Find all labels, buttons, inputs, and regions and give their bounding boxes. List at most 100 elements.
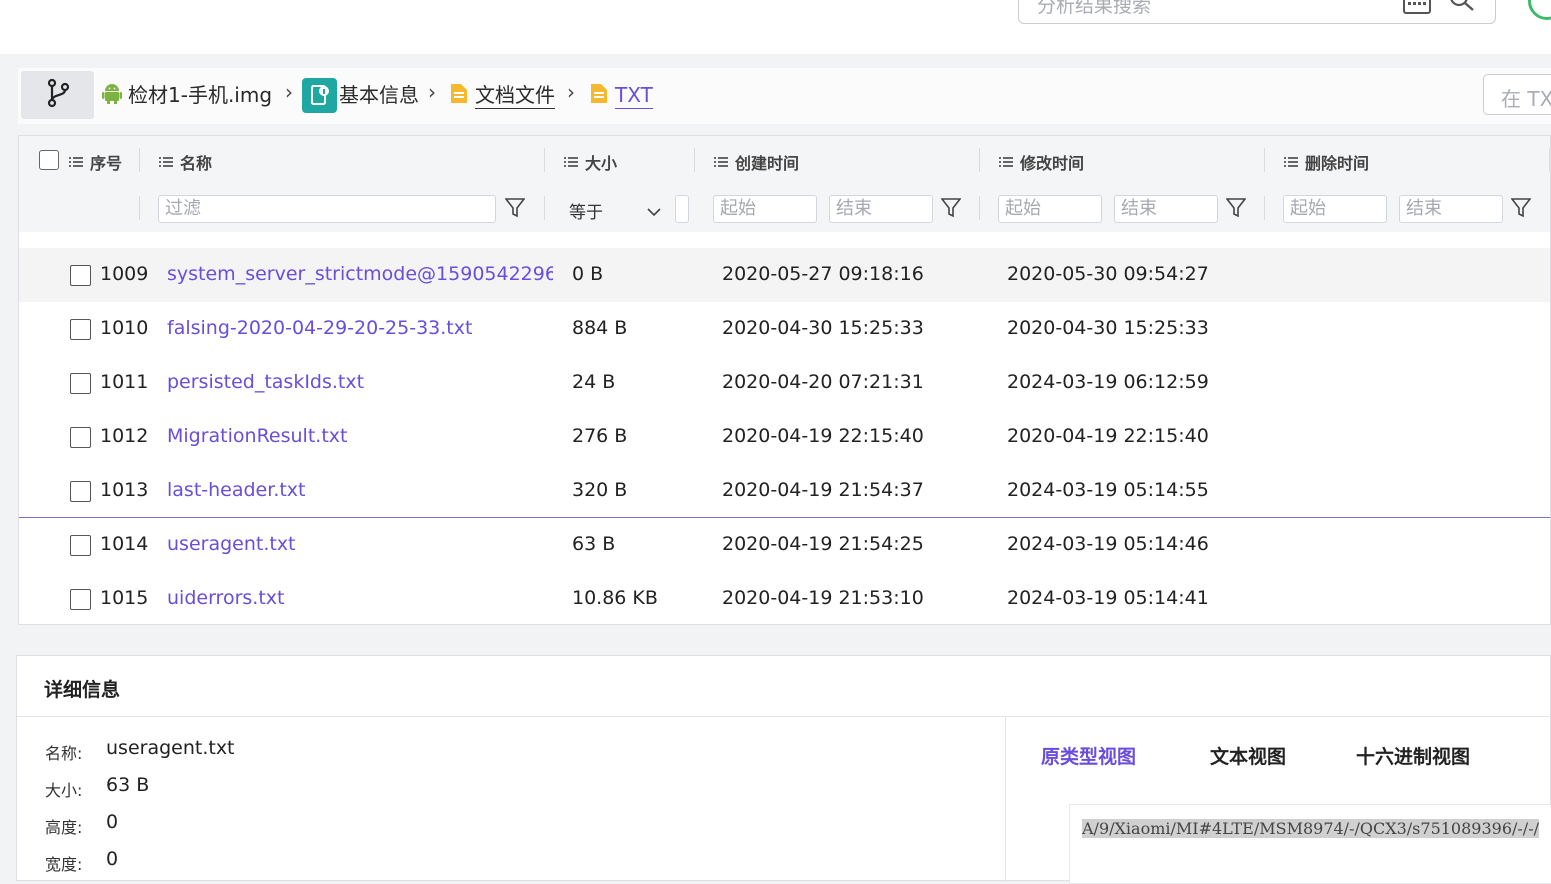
select-all-checkbox[interactable] (39, 150, 59, 170)
table-row[interactable]: 1015 uiderrors.txt 10.86 KB 2020-04-19 2… (19, 572, 1550, 624)
row-created: 2020-04-20 07:21:31 (722, 371, 924, 393)
analysis-search-box[interactable]: 分析结果搜索 (1018, 0, 1496, 24)
column-divider[interactable] (694, 148, 695, 172)
breadcrumb: 检材1-手机.img › 基本信息 › 文档文件 › TXT 在 TXT (18, 68, 1551, 124)
column-header-deleted[interactable]: 删除时间 (1284, 150, 1369, 174)
breadcrumb-separator: › (567, 80, 575, 104)
filter-icon[interactable] (1225, 197, 1247, 223)
details-title: 详细信息 (44, 679, 121, 701)
column-divider[interactable] (1264, 148, 1265, 172)
column-divider[interactable] (139, 148, 140, 172)
breadcrumb-item-txt[interactable]: TXT (589, 78, 653, 112)
column-divider[interactable] (544, 148, 545, 172)
calendar-icon[interactable] (1402, 0, 1432, 19)
preview-text: A/9/Xiaomi/MI#4LTE/MSM8974/-/QCX3/s75108… (1082, 819, 1539, 838)
row-index: 1013 (100, 479, 148, 501)
row-modified: 2024-03-19 05:14:41 (1007, 587, 1209, 609)
tab-text-view[interactable]: 文本视图 (1210, 742, 1286, 769)
search-icon[interactable] (1447, 0, 1477, 17)
row-checkbox[interactable] (70, 373, 91, 394)
row-size: 320 B (572, 479, 628, 501)
in-folder-search-input[interactable]: 在 TXT (1483, 74, 1551, 115)
list-icon (714, 153, 728, 172)
file-table: 序号 名称 大小 创建时间 修改时间 删除时间 过滤 等于 起始 结束 起始 结… (18, 135, 1551, 625)
column-label: 删除时间 (1305, 154, 1370, 173)
tab-original-view[interactable]: 原类型视图 (1041, 742, 1136, 769)
row-name-link[interactable]: persisted_taskIds.txt (167, 371, 553, 393)
list-icon (564, 153, 578, 172)
status-indicator[interactable] (1528, 0, 1551, 20)
table-header: 序号 名称 大小 创建时间 修改时间 删除时间 (19, 136, 1550, 185)
divider (17, 716, 1551, 717)
row-checkbox[interactable] (70, 427, 91, 448)
size-operator-select[interactable]: 等于 (569, 198, 603, 223)
row-created: 2020-04-30 15:25:33 (722, 317, 924, 339)
row-checkbox[interactable] (70, 319, 91, 340)
row-name-link[interactable]: system_server_strictmode@1590542296244 (167, 263, 553, 285)
row-checkbox[interactable] (70, 589, 91, 610)
branch-button[interactable] (21, 71, 94, 119)
chevron-down-icon[interactable] (647, 202, 661, 221)
breadcrumb-separator: › (285, 80, 293, 104)
column-header-index[interactable]: 序号 (69, 150, 122, 174)
row-name-link[interactable]: uiderrors.txt (167, 587, 553, 609)
column-label: 序号 (90, 154, 123, 173)
content-preview[interactable]: A/9/Xiaomi/MI#4LTE/MSM8974/-/QCX3/s75108… (1069, 804, 1551, 884)
breadcrumb-label: 检材1-手机.img (128, 83, 273, 107)
filter-icon[interactable] (940, 197, 962, 223)
row-index: 1009 (100, 263, 148, 285)
filter-icon[interactable] (1510, 197, 1532, 223)
field-value-name: useragent.txt (106, 737, 235, 759)
table-row[interactable]: 1010 falsing-2020-04-29-20-25-33.txt 884… (19, 302, 1550, 357)
row-size: 24 B (572, 371, 616, 393)
breadcrumb-item-evidence[interactable]: 检材1-手机.img (102, 78, 272, 112)
column-divider[interactable] (979, 148, 980, 172)
folder-icon (589, 81, 609, 110)
row-name-link[interactable]: falsing-2020-04-29-20-25-33.txt (167, 317, 553, 339)
breadcrumb-item-documents[interactable]: 文档文件 (449, 78, 555, 112)
field-label-size: 大小: (45, 781, 83, 800)
row-checkbox[interactable] (70, 535, 91, 556)
row-modified: 2024-03-19 05:14:55 (1007, 479, 1209, 501)
column-divider[interactable] (1549, 148, 1550, 172)
column-divider (139, 196, 140, 220)
modified-start-input[interactable]: 起始 (998, 195, 1102, 223)
column-header-created[interactable]: 创建时间 (714, 150, 799, 174)
row-created: 2020-04-19 21:54:37 (722, 479, 924, 501)
table-row[interactable]: 1009 system_server_strictmode@1590542296… (19, 248, 1550, 303)
created-start-input[interactable]: 起始 (713, 195, 817, 223)
analysis-search-placeholder: 分析结果搜索 (1037, 0, 1152, 17)
row-name-link[interactable]: useragent.txt (167, 533, 553, 555)
deleted-start-input[interactable]: 起始 (1283, 195, 1387, 223)
table-row[interactable]: 1013 last-header.txt 320 B 2020-04-19 21… (19, 464, 1550, 519)
field-value-size: 63 B (106, 774, 150, 796)
column-divider (544, 196, 545, 220)
column-header-size[interactable]: 大小 (564, 150, 617, 174)
row-index: 1014 (100, 533, 148, 555)
table-row[interactable]: 1011 persisted_taskIds.txt 24 B 2020-04-… (19, 356, 1550, 411)
name-filter-input[interactable]: 过滤 (158, 195, 496, 223)
list-icon (1284, 153, 1298, 172)
folder-icon (449, 81, 469, 110)
field-label-height: 高度: (45, 818, 83, 837)
tab-hex-view[interactable]: 十六进制视图 (1356, 742, 1470, 769)
column-header-modified[interactable]: 修改时间 (999, 150, 1084, 174)
filter-icon[interactable] (504, 197, 526, 223)
column-header-name[interactable]: 名称 (159, 150, 212, 174)
row-checkbox[interactable] (70, 481, 91, 502)
breadcrumb-separator: › (428, 80, 436, 104)
list-icon (999, 153, 1013, 172)
row-checkbox[interactable] (70, 265, 91, 286)
details-panel: 详细信息 名称: useragent.txt 大小: 63 B 高度: 0 宽度… (16, 655, 1551, 884)
row-index: 1010 (100, 317, 148, 339)
table-row[interactable]: 1012 MigrationResult.txt 276 B 2020-04-1… (19, 410, 1550, 465)
android-icon (102, 82, 122, 109)
row-name-link[interactable]: last-header.txt (167, 479, 553, 501)
deleted-end-input[interactable]: 结束 (1399, 195, 1503, 223)
row-name-link[interactable]: MigrationResult.txt (167, 425, 553, 447)
breadcrumb-item-basic-info[interactable]: 基本信息 (302, 77, 419, 113)
created-end-input[interactable]: 结束 (829, 195, 933, 223)
size-value-input[interactable] (675, 195, 689, 223)
table-row-selected[interactable]: 1014 useragent.txt 63 B 2020-04-19 21:54… (19, 517, 1550, 573)
modified-end-input[interactable]: 结束 (1114, 195, 1218, 223)
